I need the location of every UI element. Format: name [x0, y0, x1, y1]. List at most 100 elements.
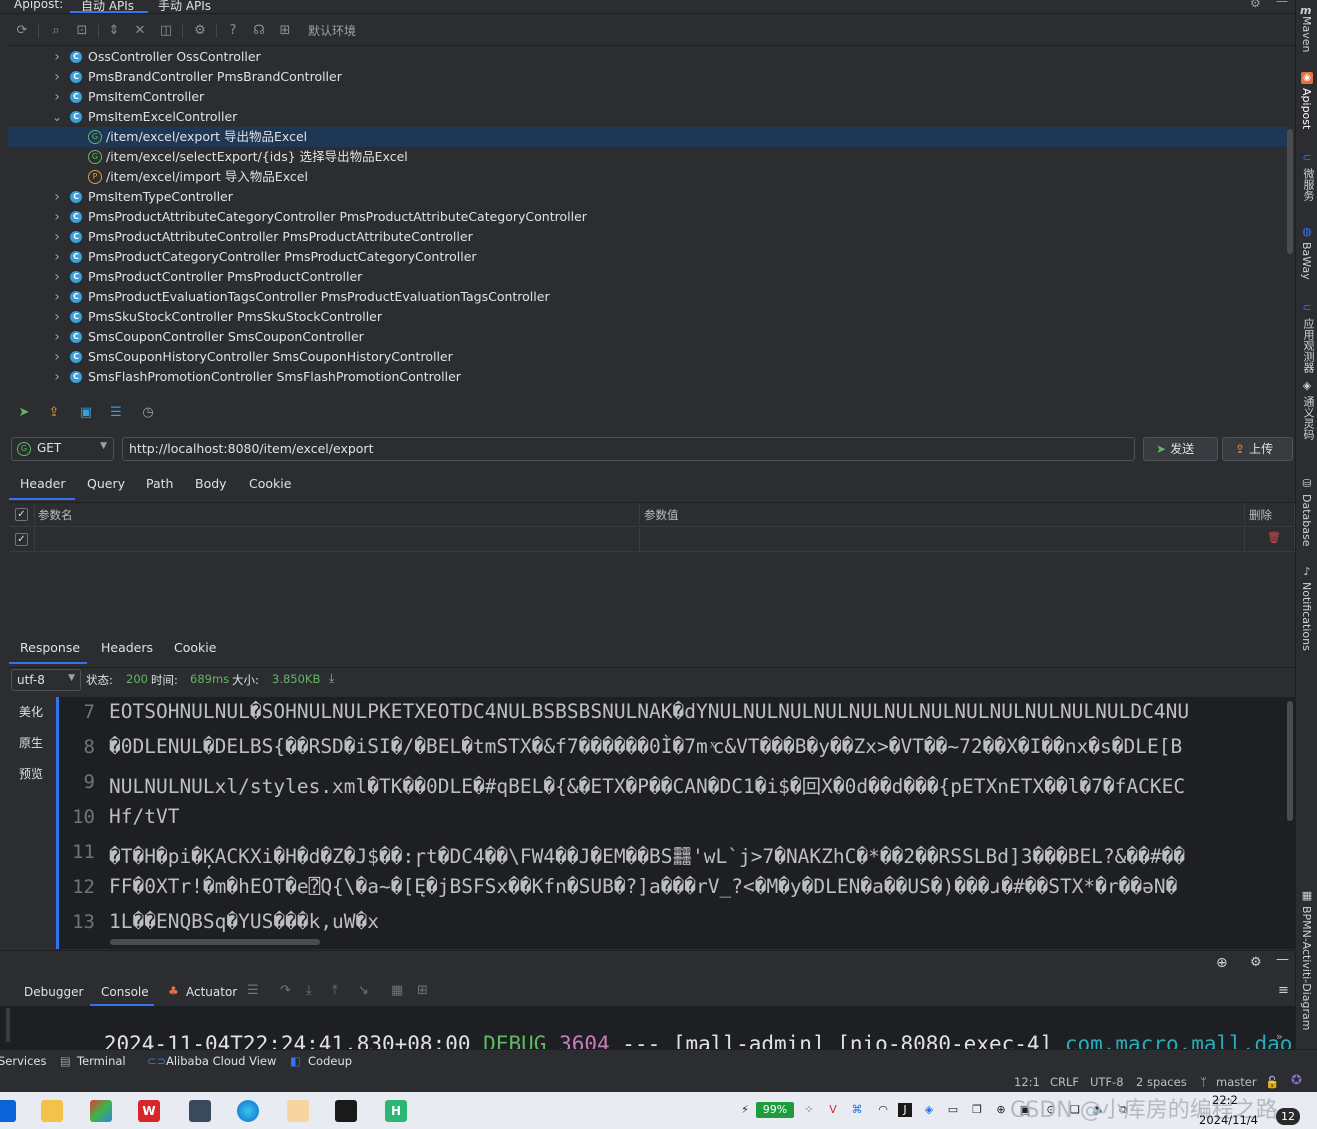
send-button[interactable]: ➤ 发送 [1143, 437, 1218, 461]
start-icon[interactable] [0, 1100, 16, 1122]
add-icon[interactable]: ⊕ [1216, 955, 1228, 971]
upload-button[interactable]: ⇪ 上传 [1222, 437, 1293, 461]
step-over-icon[interactable]: ↷ [280, 983, 291, 998]
terminal-app-icon[interactable] [335, 1100, 357, 1122]
refresh-icon[interactable]: ⟳ [14, 23, 30, 39]
chevron-right-icon[interactable]: › [52, 227, 62, 247]
tab-response[interactable]: Response [20, 640, 80, 655]
gear-icon[interactable]: ⚙ [1250, 955, 1262, 970]
tree-controller-node[interactable]: ⌄ C PmsItemExcelController [8, 107, 1288, 127]
qq-icon[interactable] [287, 1100, 309, 1122]
minimize-icon[interactable]: — [1276, 952, 1289, 967]
send-icon[interactable]: ➤ [16, 405, 32, 421]
environment-label[interactable]: 默认环境 [308, 23, 356, 39]
tree-controller-node[interactable]: › C PmsSkuStockController PmsSkuStockContr… [8, 307, 1288, 327]
encoding-select[interactable]: utf-8 ▼ [11, 669, 81, 691]
network-icon[interactable]: ⌘ [850, 1103, 864, 1117]
horizontal-scrollbar[interactable] [110, 939, 320, 945]
vpn-icon[interactable]: ⊕ [994, 1103, 1008, 1117]
git-branch[interactable]: master [1216, 1075, 1257, 1089]
sidebar-database[interactable]: Database [1300, 494, 1313, 547]
battery-indicator[interactable]: 99% [756, 1102, 794, 1118]
notification-badge[interactable]: 12 [1276, 1108, 1300, 1125]
sidebar-baway[interactable]: BaWay [1300, 242, 1313, 280]
ime-icon[interactable]: J [898, 1103, 912, 1117]
upload-icon[interactable]: ⇪ [46, 405, 62, 421]
tree-controller-node[interactable]: › C PmsProductController PmsProductControl… [8, 267, 1288, 287]
view-mode-preview[interactable]: 预览 [19, 765, 43, 782]
tree-controller-node[interactable]: › C OssController OssController [8, 47, 1288, 67]
edge-icon[interactable] [237, 1100, 259, 1122]
tray-shield-icon[interactable]: ◈ [922, 1103, 936, 1117]
clock-time[interactable]: 22:2 [1212, 1093, 1238, 1107]
clock-date[interactable]: 2024/11/4 [1199, 1113, 1258, 1127]
lock-icon[interactable]: 🔓 [1265, 1075, 1279, 1089]
select-all-checkbox[interactable]: ✓ [15, 508, 28, 521]
vertical-scrollbar[interactable] [1287, 701, 1293, 821]
wifi-icon[interactable]: ◠ [876, 1103, 890, 1117]
param-name-input[interactable] [35, 528, 640, 552]
help-icon[interactable]: ? [225, 23, 241, 39]
docs-icon[interactable]: ☰ [108, 405, 124, 421]
services-tab[interactable]: Services [0, 1054, 47, 1068]
tree-controller-node[interactable]: › C PmsBrandController PmsBrandController [8, 67, 1288, 87]
response-body-editor[interactable]: EOTSOHNULNUL�SOHNULNULPKETXEOTDC4NULBSBS… [106, 697, 1295, 949]
tree-endpoint-node[interactable]: G/item/excel/selectExport/{ids} 选择导出物品Ex… [8, 147, 1288, 167]
tab-manual-apis[interactable]: 手动 APIs [158, 0, 211, 14]
file-encoding[interactable]: UTF-8 [1090, 1075, 1124, 1089]
console-output[interactable]: 2024-11-04T22:24:41.830+08:00 DEBUG 3604… [0, 1006, 1295, 1049]
chevron-right-icon[interactable]: › [52, 87, 62, 107]
trash-icon[interactable]: 🗑 [1267, 531, 1281, 544]
tree-controller-node[interactable]: › C PmsItemController [8, 87, 1288, 107]
monitor-icon[interactable] [189, 1100, 211, 1122]
tab-console[interactable]: Console [101, 985, 149, 999]
headset-icon[interactable]: ☊ [251, 23, 267, 39]
menu-icon[interactable]: ☰ [247, 983, 259, 998]
chevron-right-icon[interactable]: › [52, 187, 62, 207]
step-out-icon[interactable]: ⤒ [332, 983, 338, 998]
alibaba-cloud-tab[interactable]: Alibaba Cloud View [166, 1054, 276, 1068]
chevron-right-icon[interactable]: › [52, 287, 62, 307]
more-icon[interactable]: » [1276, 1030, 1283, 1043]
hbuilder-icon[interactable]: H [385, 1100, 407, 1122]
param-value-input[interactable] [640, 528, 1245, 552]
layout-icon[interactable]: ⊞ [417, 983, 428, 998]
tree-controller-node[interactable]: › C PmsProductCategoryController PmsProduc… [8, 247, 1288, 267]
method-select[interactable]: G GET ▼ [11, 437, 114, 461]
layout-icon[interactable]: ◫ [158, 23, 174, 39]
tab-path[interactable]: Path [146, 476, 173, 491]
gear-icon[interactable]: ⚙ [1250, 0, 1261, 10]
tab-cookie[interactable]: Cookie [249, 476, 291, 491]
plug-icon[interactable]: ⚡ [738, 1103, 752, 1117]
tab-response-headers[interactable]: Headers [101, 640, 153, 655]
tab-debugger[interactable]: Debugger [24, 985, 83, 999]
table-icon[interactable]: ▦ [391, 983, 403, 998]
tree-controller-node[interactable]: › C PmsItemTypeController [8, 187, 1288, 207]
search-icon[interactable]: ⌕ [48, 23, 64, 39]
tab-body[interactable]: Body [195, 476, 227, 491]
copy-icon[interactable]: ❐ [970, 1103, 984, 1117]
plugin-icon[interactable]: ✪ [1291, 1073, 1302, 1088]
chevron-right-icon[interactable]: › [52, 327, 62, 347]
sidebar-microservice[interactable]: 微服务 [1300, 168, 1316, 201]
tab-actuator[interactable]: Actuator [186, 985, 237, 999]
sidebar-apipost[interactable]: Apipost [1300, 88, 1313, 129]
close-icon[interactable]: ✕ [132, 23, 148, 39]
dots-icon[interactable]: ⁘ [802, 1103, 816, 1117]
tab-response-cookie[interactable]: Cookie [174, 640, 216, 655]
tree-controller-node[interactable]: › C PmsProductEvaluationTagsController Pms… [8, 287, 1288, 307]
tray-app-icon[interactable]: V [826, 1103, 840, 1117]
app-icon[interactable] [90, 1100, 112, 1122]
chevron-right-icon[interactable]: › [52, 47, 62, 67]
chevron-right-icon[interactable]: › [52, 247, 62, 267]
chevron-right-icon[interactable]: › [52, 347, 62, 367]
codeup-tab[interactable]: Codeup [308, 1054, 352, 1068]
chevron-right-icon[interactable]: › [52, 207, 62, 227]
tree-controller-node[interactable]: › C PmsProductAttributeController PmsProdu… [8, 227, 1288, 247]
tree-controller-node[interactable]: › C PmsProductAttributeCategoryController … [8, 207, 1288, 227]
view-mode-pretty[interactable]: 美化 [19, 703, 43, 720]
cursor-position[interactable]: 12:1 [1014, 1075, 1040, 1089]
scroll-end-icon[interactable]: ≡ [1278, 983, 1289, 998]
chevron-right-icon[interactable]: › [52, 267, 62, 287]
sidebar-bpmn[interactable]: BPMN-Activiti-Diagram [1300, 906, 1313, 1031]
